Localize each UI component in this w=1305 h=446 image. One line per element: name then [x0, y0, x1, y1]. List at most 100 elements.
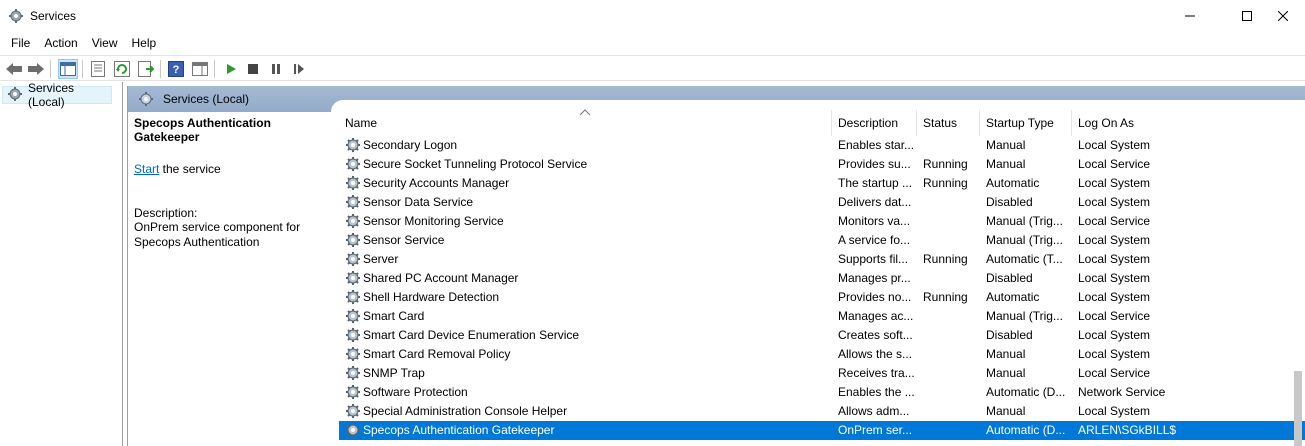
- properties-icon[interactable]: [88, 59, 108, 79]
- service-status-cell: [923, 136, 978, 155]
- service-status-cell: [923, 383, 978, 402]
- service-startup-type-cell: Automatic: [986, 290, 1040, 304]
- service-status-cell: [923, 193, 978, 212]
- menu-action[interactable]: Action: [37, 32, 84, 54]
- help-icon[interactable]: ?: [166, 59, 186, 79]
- service-gear-icon: [345, 270, 361, 286]
- description-text: OnPrem service component for Specops Aut…: [134, 220, 301, 249]
- service-gear-icon: [345, 384, 361, 400]
- service-gear-icon: [345, 232, 361, 248]
- column-header-startup-type[interactable]: Startup Type: [980, 110, 1072, 136]
- service-status-cell: [923, 231, 978, 250]
- table-row[interactable]: Security Accounts Manager The startup ..…: [339, 174, 1305, 193]
- service-status-cell: [923, 326, 978, 345]
- service-description-cell: A service fo...: [838, 233, 911, 247]
- service-log-on-as-cell: Local System: [1078, 347, 1151, 361]
- service-status-cell: Running: [923, 290, 968, 304]
- table-row[interactable]: Software Protection Enables the ... Auto…: [339, 383, 1305, 402]
- menu-view[interactable]: View: [85, 32, 125, 54]
- table-row[interactable]: Sensor Data Service Delivers dat... Disa…: [339, 193, 1305, 212]
- start-service-link[interactable]: Start: [134, 162, 159, 176]
- column-header-status[interactable]: Status: [917, 110, 980, 136]
- svg-text:?: ?: [173, 64, 180, 76]
- details-pane: Services (Local) Specops Authentication …: [127, 86, 1305, 446]
- close-button[interactable]: [1260, 0, 1305, 32]
- show-hide-console-tree-icon[interactable]: [58, 59, 78, 79]
- table-row[interactable]: Special Administration Console Helper Al…: [339, 402, 1305, 421]
- service-description-cell: Delivers dat...: [838, 195, 912, 209]
- service-startup-type-cell: Manual: [986, 366, 1026, 380]
- service-startup-type-cell: Manual (Trig...: [986, 214, 1063, 228]
- tree-item-services-local[interactable]: Services (Local): [2, 81, 112, 109]
- column-header-name[interactable]: Name: [339, 110, 832, 136]
- service-gear-icon: [345, 422, 361, 438]
- title-bar: Services: [0, 0, 1305, 32]
- menu-help[interactable]: Help: [125, 32, 164, 54]
- table-row[interactable]: Secure Socket Tunneling Protocol Service…: [339, 155, 1305, 174]
- service-startup-type-cell: Manual: [986, 404, 1026, 418]
- service-log-on-as-cell: Local Service: [1078, 157, 1151, 171]
- service-gear-icon: [345, 365, 361, 381]
- service-startup-type-cell: Manual: [986, 347, 1026, 361]
- service-gear-icon: [345, 175, 361, 191]
- service-description-cell: OnPrem ser...: [838, 423, 913, 437]
- service-startup-type-cell: Automatic (T...: [986, 252, 1063, 266]
- vertical-scrollbar[interactable]: [1294, 371, 1302, 446]
- forward-icon[interactable]: [26, 59, 46, 79]
- service-gear-icon: [345, 346, 361, 362]
- table-row[interactable]: Sensor Monitoring Service Monitors va...…: [339, 212, 1305, 231]
- service-name-cell: Smart Card: [363, 309, 425, 323]
- service-gear-icon: [345, 289, 361, 305]
- start-service-line: Start the service: [134, 162, 334, 176]
- menu-file[interactable]: File: [0, 32, 37, 54]
- service-description-cell: The startup ...: [838, 176, 913, 190]
- services-gear-icon: [7, 86, 23, 105]
- pause-service-icon[interactable]: [266, 59, 286, 79]
- table-row[interactable]: SNMP Trap Receives tra... Manual Local S…: [339, 364, 1305, 383]
- service-log-on-as-cell: Local Service: [1078, 366, 1151, 380]
- table-row[interactable]: Secondary Logon Enables star... Manual L…: [339, 136, 1305, 155]
- column-header-description[interactable]: Description: [832, 110, 917, 136]
- start-service-icon[interactable]: [221, 59, 241, 79]
- service-name-cell: Special Administration Console Helper: [363, 404, 568, 418]
- table-row[interactable]: Smart Card Device Enumeration Service Cr…: [339, 326, 1305, 345]
- export-list-icon[interactable]: [136, 59, 156, 79]
- window-title: Services: [30, 9, 77, 23]
- stop-service-icon[interactable]: [243, 59, 263, 79]
- toolbar-separator: [160, 60, 161, 78]
- refresh-icon[interactable]: [112, 59, 132, 79]
- service-gear-icon: [345, 194, 361, 210]
- service-gear-icon: [345, 308, 361, 324]
- service-name-cell: Security Accounts Manager: [363, 176, 510, 190]
- services-gear-icon: [8, 8, 24, 24]
- service-description-cell: Monitors va...: [838, 214, 911, 228]
- table-row[interactable]: Server Supports fil... Running Automatic…: [339, 250, 1305, 269]
- column-header-log-on-as[interactable]: Log On As: [1072, 110, 1305, 136]
- service-startup-type-cell: Disabled: [986, 271, 1033, 285]
- service-log-on-as-cell: Local Service: [1078, 309, 1151, 323]
- toolbar-separator: [50, 60, 51, 78]
- back-icon[interactable]: [4, 59, 24, 79]
- service-log-on-as-cell: Local Service: [1078, 214, 1151, 228]
- service-name-cell: Smart Card Device Enumeration Service: [363, 328, 580, 342]
- extended-description-panel: Specops Authentication Gatekeeper Start …: [134, 116, 334, 250]
- table-row[interactable]: Sensor Service A service fo... Manual (T…: [339, 231, 1305, 250]
- service-log-on-as-cell: Local System: [1078, 404, 1151, 418]
- table-row[interactable]: Shell Hardware Detection Provides no... …: [339, 288, 1305, 307]
- restart-service-icon[interactable]: [289, 59, 309, 79]
- service-startup-type-cell: Disabled: [986, 328, 1033, 342]
- description-label: Description:: [134, 206, 198, 220]
- action-pane-icon[interactable]: [190, 59, 210, 79]
- service-description-cell: Provides su...: [838, 157, 911, 171]
- table-row[interactable]: Smart Card Removal Policy Allows the s..…: [339, 345, 1305, 364]
- tree-item-label: Services (Local): [28, 81, 75, 109]
- service-gear-icon: [345, 137, 361, 153]
- service-status-cell: [923, 364, 978, 383]
- service-status-cell: Running: [923, 157, 968, 171]
- table-row[interactable]: Specops Authentication Gatekeeper OnPrem…: [339, 421, 1305, 440]
- table-row[interactable]: Shared PC Account Manager Manages pr... …: [339, 269, 1305, 288]
- minimize-button[interactable]: [1167, 0, 1213, 32]
- table-row[interactable]: Smart Card Manages ac... Manual (Trig...…: [339, 307, 1305, 326]
- service-status-cell: [923, 212, 978, 231]
- service-log-on-as-cell: Network Service: [1078, 385, 1166, 399]
